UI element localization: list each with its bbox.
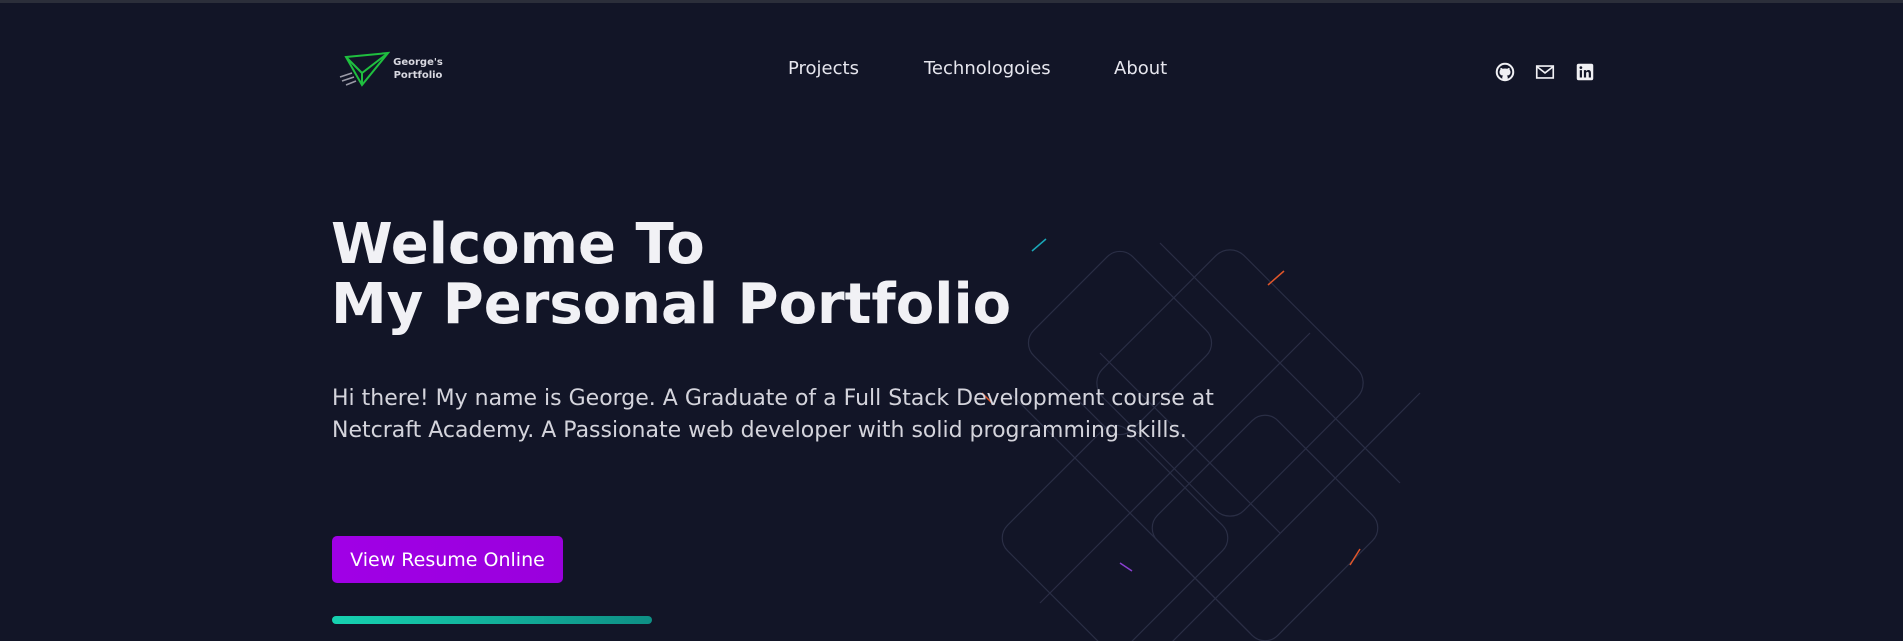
mail-icon[interactable] [1534, 61, 1556, 83]
nav-link-about[interactable]: About [1114, 58, 1167, 79]
github-icon[interactable] [1494, 61, 1516, 83]
nav-link-technologies[interactable]: Technologoies [924, 58, 1051, 79]
accent-bar [332, 616, 652, 624]
hero-title: Welcome To My Personal Portfolio [331, 215, 1011, 335]
view-resume-button[interactable]: View Resume Online [332, 536, 563, 583]
linkedin-icon[interactable] [1574, 61, 1596, 83]
hero-description: Hi there! My name is George. A Graduate … [332, 386, 1214, 443]
logo[interactable]: George's Portfolio [338, 51, 446, 91]
logo-line-2: Portfolio [393, 70, 443, 81]
hero-title-line-1: Welcome To [331, 212, 705, 277]
hero-title-line-2: My Personal Portfolio [331, 272, 1012, 337]
nav-link-projects[interactable]: Projects [788, 58, 859, 79]
paper-plane-icon [339, 51, 390, 87]
logo-line-1: George's [393, 57, 443, 68]
portfolio-page: George's Portfolio Projects Technologoie… [0, 0, 1903, 641]
logo-text: George's Portfolio [390, 56, 446, 82]
